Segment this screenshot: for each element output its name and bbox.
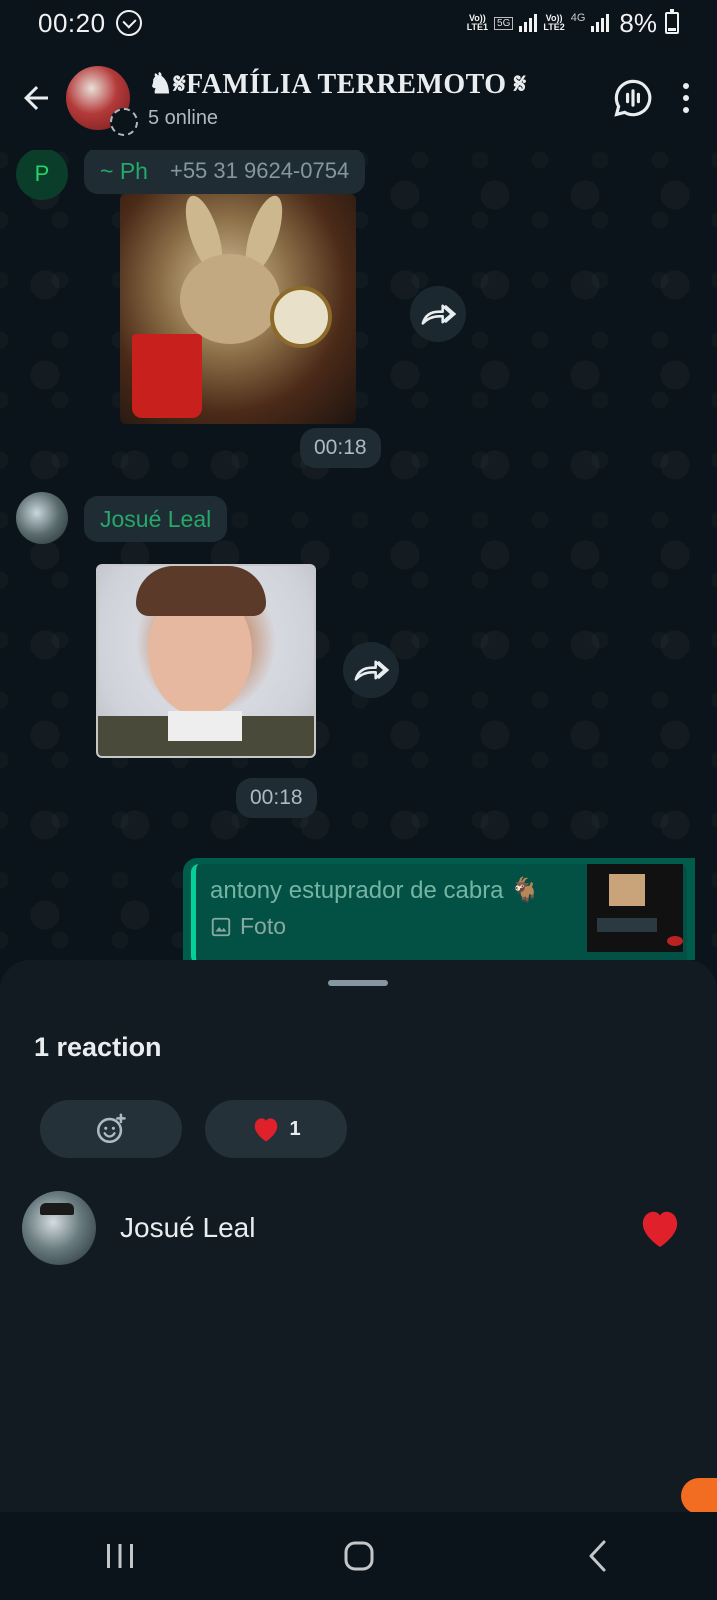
whatsapp-notification-icon (115, 10, 142, 36)
battery-percent: 8% (619, 7, 657, 38)
sender-phone: +55 31 9624-0754 (169, 158, 350, 183)
sender-info[interactable]: ~ Ph +55 31 9624-0754 (84, 150, 366, 194)
add-emoji-icon (96, 1113, 126, 1144)
quoted-thumbnail (587, 864, 683, 952)
sim1-network-type: 5G (494, 16, 514, 30)
sender-avatar[interactable] (16, 492, 68, 544)
sticker-image[interactable] (120, 194, 356, 424)
online-count: 5 online (148, 106, 219, 129)
quoted-media-label: Foto (210, 913, 573, 940)
sender-name: ~ Ph (100, 157, 148, 184)
home-icon (344, 1541, 373, 1571)
header-title-area[interactable]: ♞𝄋FAMÍLIA TERREMOTO 𝄋 5 online (148, 67, 603, 130)
recent-apps-button[interactable] (80, 1526, 160, 1586)
sim2-network-type: 4G (570, 11, 586, 24)
sticker-detail (168, 711, 242, 741)
voice-chat-icon (614, 79, 652, 117)
status-time: 00:20 (38, 7, 106, 38)
home-button[interactable] (319, 1526, 399, 1586)
quoted-message[interactable]: antony estuprador de cabra 🐐 Foto (191, 864, 687, 960)
forward-button[interactable] (343, 642, 399, 698)
forward-icon (421, 304, 457, 325)
chevron-left-icon (589, 1540, 605, 1572)
quoted-text-area: antony estuprador de cabra 🐐 Foto (196, 864, 587, 960)
photo-icon (211, 917, 231, 936)
sticker-detail (270, 286, 332, 348)
sim1-indicator: Vo)) LTE1 (467, 14, 488, 32)
sticker-image[interactable] (96, 564, 316, 758)
status-indicators: Vo)) LTE1 5G Vo)) LTE2 4G 8% (467, 8, 679, 39)
thumbnail-detail (609, 874, 645, 906)
system-navigation-bar (0, 1512, 717, 1600)
sender-info[interactable]: Josué Leal (84, 496, 228, 542)
thumbnail-detail (597, 918, 657, 932)
quoted-author: antony estuprador de cabra 🐐 (210, 877, 541, 904)
sender-name: Josué Leal (100, 505, 212, 532)
sim1-lte-label: LTE1 (466, 22, 489, 32)
dot-icon (683, 83, 689, 89)
heart-icon (642, 1211, 678, 1248)
dot-icon (683, 95, 689, 101)
drag-handle[interactable] (328, 980, 388, 986)
dot-icon (683, 107, 689, 113)
quoted-media-text: Foto (240, 913, 287, 939)
reactions-title: 1 reaction (34, 1032, 162, 1062)
outgoing-message-bubble[interactable]: antony estuprador de cabra 🐐 Foto (183, 858, 695, 960)
forward-button[interactable] (410, 286, 466, 342)
arrow-left-icon (24, 86, 48, 110)
message-time: 00:18 (300, 428, 381, 468)
voice-chat-button[interactable] (603, 68, 663, 128)
avatar (22, 1191, 96, 1265)
sticker-detail (136, 566, 266, 616)
reactor-name: Josué Leal (120, 1212, 256, 1243)
signal-icon (591, 14, 610, 32)
back-nav-button[interactable] (558, 1526, 638, 1586)
reactor-list-item[interactable]: Josué Leal (0, 1184, 717, 1272)
thumbnail-detail (667, 936, 683, 946)
sender-avatar[interactable]: P (16, 150, 68, 200)
heart-reaction-count: 1 (289, 1117, 301, 1140)
chat-header: ♞𝄋FAMÍLIA TERREMOTO 𝄋 5 online (0, 46, 717, 150)
chat-messages[interactable]: P ~ Ph +55 31 9624-0754 00:18 Josué Leal… (0, 150, 717, 960)
forward-icon (354, 660, 390, 681)
signal-icon (519, 14, 538, 32)
floating-app-icon[interactable] (681, 1478, 717, 1514)
group-name: ♞𝄋FAMÍLIA TERREMOTO 𝄋 (148, 68, 527, 100)
recent-apps-icon (106, 1544, 133, 1568)
heart-reaction-tab[interactable]: 1 (205, 1100, 347, 1158)
back-button[interactable] (6, 68, 66, 128)
sim2-lte-label: LTE2 (543, 22, 565, 32)
sticker-detail (132, 334, 202, 418)
reactions-sheet: 1 reaction 1 Josué Leal (0, 960, 717, 1512)
status-ring-icon (110, 108, 138, 136)
message-time: 00:18 (236, 778, 317, 818)
group-avatar[interactable] (66, 66, 138, 136)
battery-icon (665, 9, 679, 34)
sim2-indicator: Vo)) LTE2 (543, 14, 564, 32)
heart-icon (255, 1118, 278, 1142)
more-options-button[interactable] (663, 68, 709, 128)
add-reaction-button[interactable] (40, 1100, 182, 1158)
sticker-detail (180, 254, 280, 344)
status-bar: 00:20 Vo)) LTE1 5G Vo)) LTE2 4G 8% (0, 0, 717, 46)
